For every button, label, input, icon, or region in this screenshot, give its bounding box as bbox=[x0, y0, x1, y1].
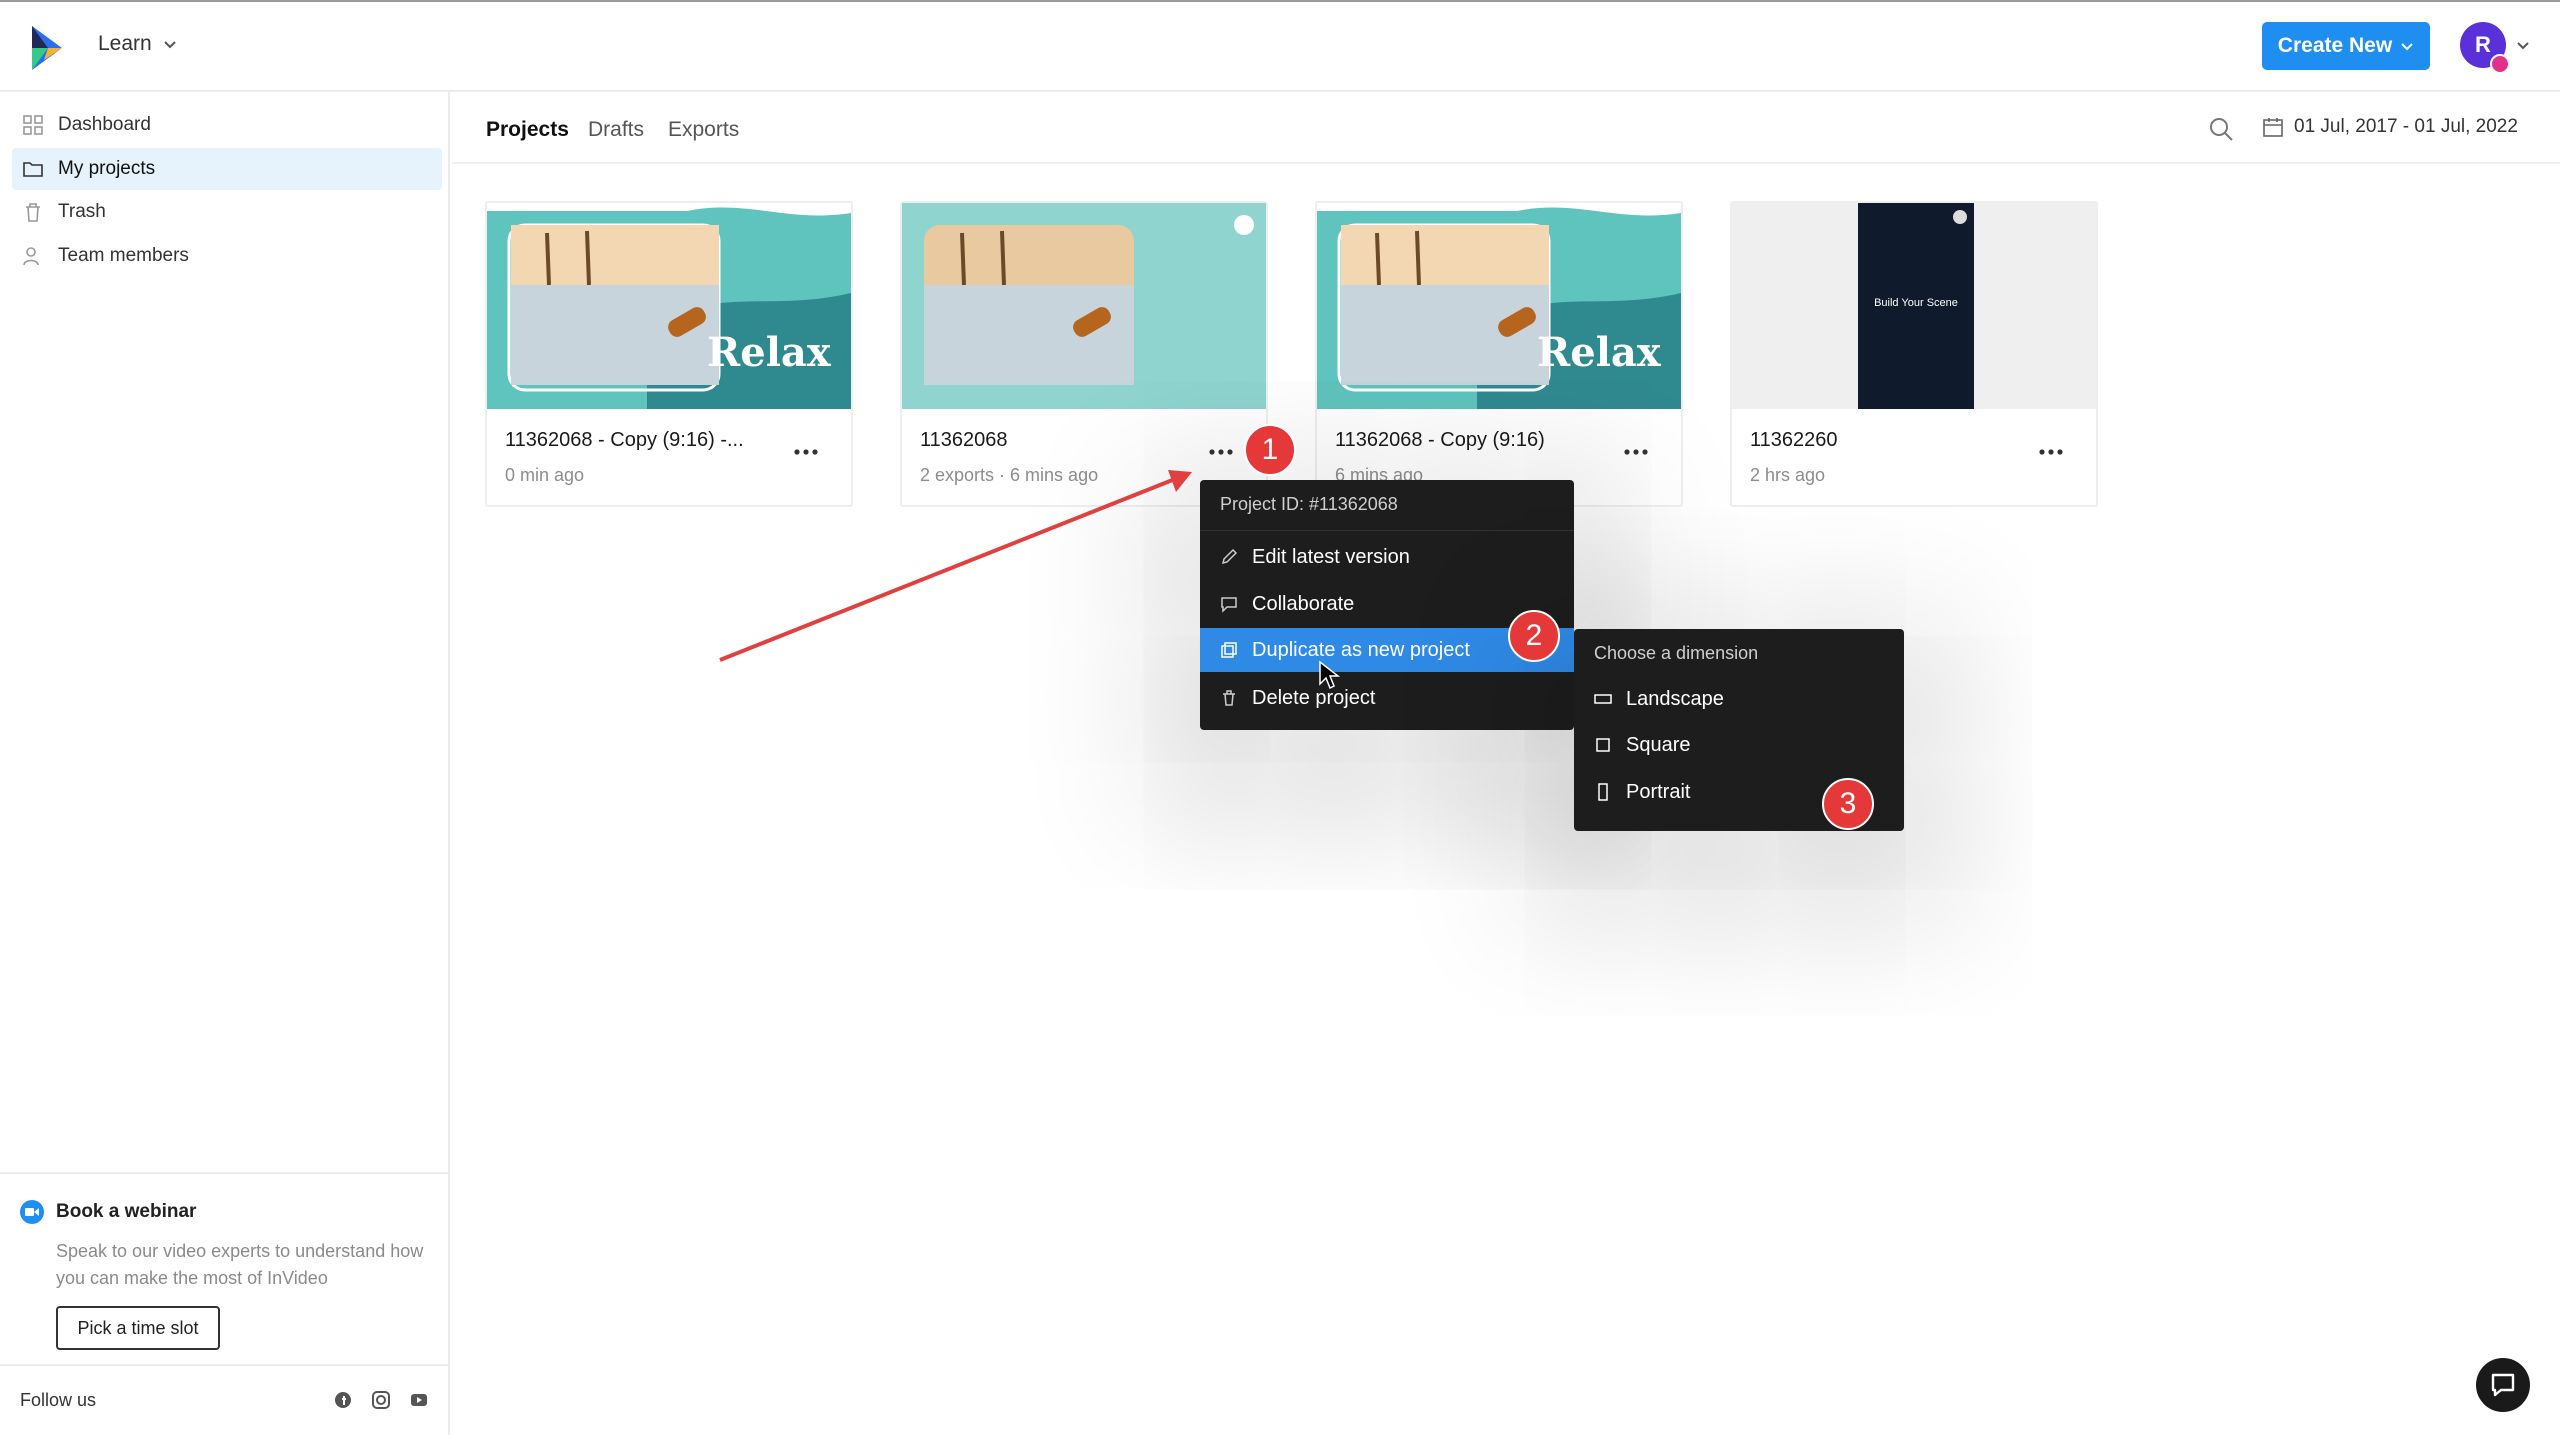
project-title: 11362068 bbox=[920, 429, 1008, 451]
video-camera-icon bbox=[20, 1200, 44, 1224]
facebook-icon[interactable] bbox=[334, 1391, 352, 1409]
instagram-icon[interactable] bbox=[372, 1391, 390, 1409]
create-new-button[interactable]: Create New bbox=[2262, 22, 2430, 70]
more-options-icon[interactable] bbox=[1206, 445, 1236, 459]
sidebar-item-label: Trash bbox=[58, 201, 106, 222]
relax-thumbnail-art bbox=[1317, 203, 1681, 409]
learn-label: Learn bbox=[98, 32, 152, 55]
annotation-badge-1: 1 bbox=[1244, 424, 1296, 476]
project-thumbnail: Build Your Scene bbox=[1732, 203, 2096, 409]
avatar-initial: R bbox=[2475, 32, 2491, 57]
tab-projects[interactable]: Projects bbox=[486, 118, 569, 142]
chat-icon bbox=[2491, 1373, 2515, 1397]
project-card[interactable]: Relax 11362068 - Copy (9:16) 6 mins ago bbox=[1315, 201, 1683, 507]
invideo-logo[interactable] bbox=[24, 24, 68, 72]
project-meta: 0 min ago bbox=[505, 465, 585, 485]
thumbnail-caption: Relax bbox=[707, 329, 831, 376]
menu-divider bbox=[1200, 530, 1574, 531]
annotation-badge-3: 3 bbox=[1822, 778, 1874, 830]
date-range-label: 01 Jul, 2017 - 01 Jul, 2022 bbox=[2294, 116, 2518, 137]
project-card[interactable]: Build Your Scene 11362260 2 hrs ago bbox=[1730, 201, 2098, 507]
more-options-icon[interactable] bbox=[1621, 445, 1651, 459]
project-context-menu: Project ID: #11362068 Edit latest versio… bbox=[1200, 480, 1574, 730]
chevron-down-icon[interactable] bbox=[2516, 38, 2530, 52]
annotation-arrow bbox=[719, 470, 1192, 662]
copy-icon bbox=[1221, 642, 1237, 658]
sidebar-item-label: Dashboard bbox=[58, 114, 151, 135]
sidebar-item-trash[interactable]: Trash bbox=[12, 191, 442, 233]
webinar-panel: Book a webinar Speak to our video expert… bbox=[0, 1172, 448, 1350]
annotation-badge-2: 2 bbox=[1508, 610, 1560, 662]
follow-us-bar: Follow us bbox=[0, 1364, 448, 1434]
webinar-description: Speak to our video experts to understand… bbox=[56, 1241, 424, 1288]
tabs-bar: Projects Drafts Exports 01 Jul, 2017 - 0… bbox=[452, 94, 2560, 164]
sidebar-item-dashboard[interactable]: Dashboard bbox=[12, 104, 442, 146]
follow-us-label: Follow us bbox=[20, 1389, 97, 1410]
mouse-cursor-icon bbox=[1319, 660, 1340, 690]
sidebar: Dashboard My projects Trash Team members… bbox=[0, 92, 450, 1435]
portrait-icon bbox=[1598, 783, 1608, 801]
sidebar-item-my-projects[interactable]: My projects bbox=[12, 148, 442, 190]
project-title: 11362068 - Copy (9:16) -... bbox=[505, 429, 744, 451]
tab-drafts[interactable]: Drafts bbox=[588, 118, 644, 142]
globe-icon bbox=[1953, 210, 1967, 224]
crown-badge-icon bbox=[2490, 54, 2510, 74]
more-options-icon[interactable] bbox=[2036, 445, 2066, 459]
search-icon[interactable] bbox=[2208, 116, 2234, 142]
users-icon bbox=[23, 247, 39, 266]
menu-item-label: Edit latest version bbox=[1252, 545, 1410, 568]
project-meta: 2 hrs ago bbox=[1750, 465, 1826, 485]
menu-item-label: Duplicate as new project bbox=[1252, 638, 1470, 661]
landscape-icon bbox=[1594, 694, 1612, 704]
sidebar-item-team-members[interactable]: Team members bbox=[12, 235, 442, 277]
grid-icon bbox=[23, 115, 43, 135]
project-thumbnail: Relax bbox=[487, 203, 851, 409]
pool-thumbnail-art bbox=[924, 215, 1254, 385]
comment-icon bbox=[1221, 597, 1237, 613]
chevron-down-icon bbox=[2401, 43, 2413, 51]
calendar-icon bbox=[2263, 118, 2283, 137]
square-icon bbox=[1596, 738, 1610, 752]
menu-item-edit-latest-version[interactable]: Edit latest version bbox=[1200, 535, 1574, 579]
thumbnail-caption: Relax bbox=[1537, 329, 1661, 376]
project-title: 11362260 bbox=[1750, 429, 1838, 451]
tab-exports[interactable]: Exports bbox=[668, 118, 739, 142]
learn-dropdown[interactable]: Learn bbox=[98, 32, 178, 56]
submenu-item-label: Landscape bbox=[1626, 687, 1724, 710]
trash-icon bbox=[26, 203, 40, 222]
project-thumbnail bbox=[902, 203, 1266, 409]
social-links bbox=[334, 1391, 428, 1409]
trash-icon bbox=[1223, 690, 1235, 706]
menu-item-label: Collaborate bbox=[1252, 592, 1355, 615]
chat-support-button[interactable] bbox=[2476, 1358, 2530, 1412]
webinar-title-text: Book a webinar bbox=[56, 1201, 197, 1222]
top-bar: Learn Create New R bbox=[0, 0, 2560, 92]
youtube-icon[interactable] bbox=[410, 1391, 428, 1409]
submenu-item-label: Portrait bbox=[1626, 780, 1691, 803]
project-thumbnail: Relax bbox=[1317, 203, 1681, 409]
project-title: 11362068 - Copy (9:16) bbox=[1335, 429, 1545, 451]
pick-time-slot-button[interactable]: Pick a time slot bbox=[56, 1306, 220, 1350]
submenu-header: Choose a dimension bbox=[1594, 643, 1759, 663]
menu-item-label: Delete project bbox=[1252, 686, 1376, 709]
submenu-item-label: Square bbox=[1626, 733, 1691, 756]
submenu-item-landscape[interactable]: Landscape bbox=[1574, 677, 1904, 721]
pencil-icon bbox=[1221, 548, 1238, 565]
sidebar-item-label: My projects bbox=[58, 158, 156, 179]
more-options-icon[interactable] bbox=[791, 445, 821, 459]
create-new-label: Create New bbox=[2277, 34, 2393, 57]
webinar-title: Book a webinar bbox=[20, 1200, 428, 1224]
submenu-item-square[interactable]: Square bbox=[1574, 723, 1904, 767]
date-range-picker[interactable]: 01 Jul, 2017 - 01 Jul, 2022 bbox=[2262, 116, 2518, 138]
thumbnail-caption: Build Your Scene bbox=[1874, 297, 1958, 309]
folder-icon bbox=[23, 162, 43, 177]
chevron-down-icon bbox=[164, 41, 176, 49]
menu-project-id: Project ID: #11362068 bbox=[1220, 494, 1398, 514]
sidebar-item-label: Team members bbox=[58, 245, 189, 266]
menu-item-delete-project[interactable]: Delete project bbox=[1200, 676, 1574, 720]
relax-thumbnail-art bbox=[487, 203, 851, 409]
